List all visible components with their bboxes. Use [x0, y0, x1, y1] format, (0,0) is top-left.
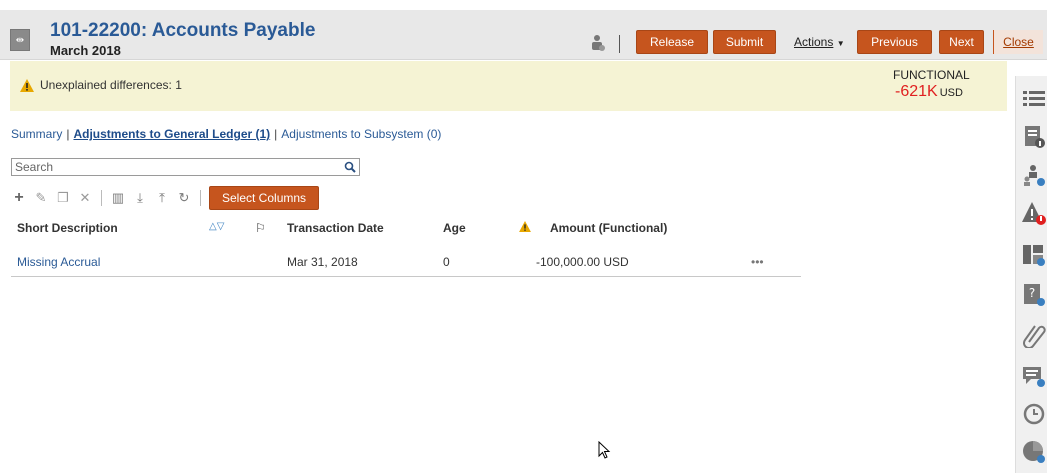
next-button[interactable]: Next [939, 30, 984, 54]
tab-adjustments-gl[interactable]: Adjustments to General Ledger (1) [73, 127, 270, 141]
warning-column-icon [519, 221, 531, 235]
attachment-icon[interactable] [1021, 322, 1047, 348]
svg-text:?: ? [1029, 286, 1035, 300]
col-age[interactable]: Age [443, 221, 466, 235]
functional-amount: -621K [895, 83, 938, 100]
comments-icon[interactable] [1021, 363, 1047, 389]
row-age: 0 [443, 255, 450, 269]
warning-message: Unexplained differences: 1 [20, 78, 182, 92]
row-short-description[interactable]: Missing Accrual [17, 255, 100, 269]
search-icon[interactable] [344, 161, 356, 173]
add-icon[interactable]: + [11, 189, 27, 206]
select-columns-button[interactable]: Select Columns [209, 186, 320, 210]
functional-currency: USD [939, 87, 963, 99]
workflow-users-icon[interactable] [1021, 162, 1047, 188]
list-view-icon[interactable] [1021, 86, 1047, 112]
alerts-icon[interactable] [1021, 200, 1047, 226]
close-button[interactable]: Close [993, 30, 1043, 54]
search-input[interactable]: Search [11, 158, 360, 176]
history-icon[interactable] [1021, 401, 1047, 427]
properties-icon[interactable] [1021, 124, 1047, 150]
flag-icon: ⚐ [255, 221, 266, 235]
user-settings-icon[interactable] [590, 34, 606, 52]
chevron-down-icon: ▼ [836, 39, 845, 48]
refresh-icon[interactable]: ↻ [176, 190, 192, 206]
previous-button[interactable]: Previous [857, 30, 932, 54]
search-placeholder: Search [15, 160, 54, 174]
summary-chart-icon[interactable] [1021, 439, 1047, 465]
release-button[interactable]: Release [636, 30, 708, 54]
actions-menu[interactable]: Actions ▼ [794, 35, 845, 49]
table-header: Short Description △▽ ⚐ Transaction Date … [11, 216, 801, 240]
page-title: 101-22200: Accounts Payable [50, 20, 316, 41]
col-short-description[interactable]: Short Description [17, 221, 118, 235]
attributes-icon[interactable] [1021, 242, 1047, 268]
tab-adjustments-subsystem[interactable]: Adjustments to Subsystem (0) [281, 127, 441, 141]
toolbar-separator [619, 35, 620, 53]
copy-icon[interactable]: ❐ [55, 190, 71, 206]
sub-tabs: Summary | Adjustments to General Ledger (1… [11, 127, 442, 141]
header-bar: ⇹ 101-22200: Accounts Payable March 2018… [0, 10, 1047, 60]
delete-icon[interactable]: ✕ [77, 190, 93, 206]
export-icon[interactable]: ⤒ [154, 190, 170, 206]
grid-toolbar: + ✎ ❐ ✕ ▥ ⤓ ⤒ ↻ Select Columns [11, 186, 320, 210]
edit-icon[interactable]: ✎ [33, 190, 49, 206]
row-transaction-date: Mar 31, 2018 [287, 255, 358, 269]
functional-balance: -621K USD [895, 83, 963, 101]
submit-button[interactable]: Submit [713, 30, 776, 54]
sort-icon[interactable]: △▽ [209, 221, 224, 232]
col-transaction-date[interactable]: Transaction Date [287, 221, 384, 235]
tab-summary[interactable]: Summary [11, 127, 62, 141]
functional-label: FUNCTIONAL [893, 68, 970, 82]
import-icon[interactable]: ⤓ [132, 190, 148, 206]
row-more-icon[interactable]: ••• [751, 255, 764, 269]
mouse-cursor-icon [598, 441, 611, 459]
table-row[interactable]: Missing Accrual Mar 31, 2018 0 -100,000.… [11, 251, 801, 277]
right-panel-toolbar: ? [1015, 76, 1047, 473]
row-amount: -100,000.00 USD [536, 255, 629, 269]
period-label: March 2018 [50, 43, 121, 58]
col-amount[interactable]: Amount (Functional) [550, 221, 667, 235]
expand-collapse-icon[interactable]: ⇹ [10, 29, 30, 51]
warning-icon [20, 78, 34, 92]
warning-text: Unexplained differences: 1 [40, 78, 182, 92]
columns-icon[interactable]: ▥ [110, 190, 126, 206]
questions-icon[interactable]: ? [1021, 282, 1047, 308]
actions-label: Actions [794, 35, 834, 49]
